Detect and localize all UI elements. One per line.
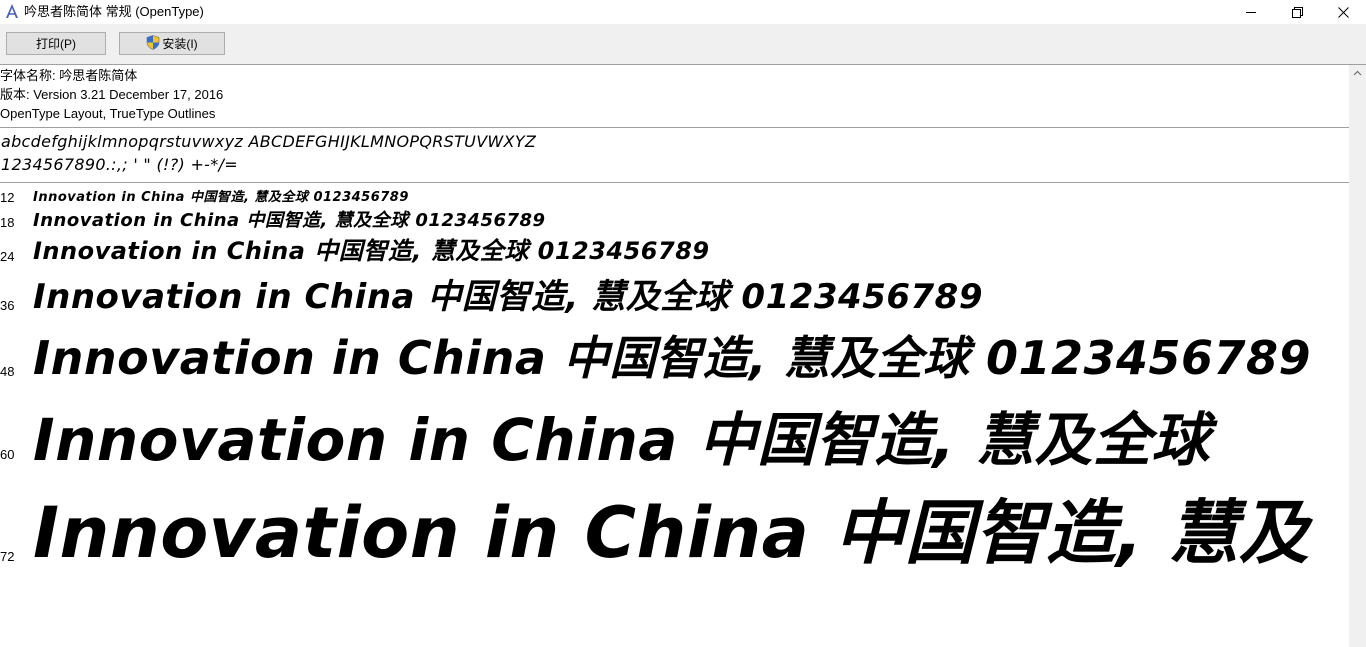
font-viewer-app-icon bbox=[4, 3, 20, 19]
window-title: 吟思者陈简体 常规 (OpenType) bbox=[24, 4, 204, 19]
sample-text: Innovation in China 中国智造, 慧及全球 012345678… bbox=[33, 210, 546, 231]
font-version-line: 版本: Version 3.21 December 17, 2016 bbox=[0, 87, 224, 102]
charset-digits-symbols: 1234567890.:,; ' " (!?) +-*/= bbox=[1, 155, 238, 174]
title-bar: 吟思者陈简体 常规 (OpenType) bbox=[0, 0, 1366, 24]
restore-icon bbox=[1291, 6, 1303, 18]
sample-size-label: 24 bbox=[0, 249, 15, 264]
sample-size-label: 72 bbox=[0, 549, 15, 564]
install-button-label: 安装(I) bbox=[162, 36, 198, 51]
sample-size-label: 48 bbox=[0, 364, 15, 379]
sample-size-label: 12 bbox=[0, 190, 15, 205]
install-button[interactable]: 安装(I) bbox=[119, 32, 225, 55]
close-button[interactable] bbox=[1320, 0, 1366, 24]
sample-text: Innovation in China 中国智造, 慧及 bbox=[33, 492, 1310, 574]
sample-text: Innovation in China 中国智造, 慧及全球 bbox=[33, 406, 1210, 474]
vertical-scrollbar[interactable] bbox=[1349, 65, 1366, 647]
sample-text: Innovation in China 中国智造, 慧及全球 012345678… bbox=[33, 331, 1312, 385]
toolbar: 打印(P) 安装(I) bbox=[0, 24, 1366, 65]
restore-button[interactable] bbox=[1274, 0, 1320, 24]
charset-letters: abcdefghijklmnopqrstuvwxyz ABCDEFGHIJKLM… bbox=[1, 132, 537, 151]
font-name-line: 字体名称: 吟思者陈简体 bbox=[0, 68, 138, 83]
sample-size-label: 60 bbox=[0, 447, 15, 462]
sample-size-label: 18 bbox=[0, 215, 15, 230]
font-preview-area: 字体名称: 吟思者陈简体 版本: Version 3.21 December 1… bbox=[0, 65, 1349, 647]
sample-text: Innovation in China 中国智造, 慧及全球 012345678… bbox=[33, 237, 710, 265]
scroll-up-arrow-icon[interactable] bbox=[1349, 65, 1366, 82]
divider bbox=[0, 182, 1349, 183]
print-button-label: 打印(P) bbox=[36, 36, 76, 51]
divider bbox=[0, 127, 1349, 128]
minimize-icon bbox=[1246, 7, 1256, 17]
close-icon bbox=[1337, 6, 1349, 18]
sample-size-label: 36 bbox=[0, 298, 15, 313]
minimize-button[interactable] bbox=[1228, 0, 1274, 24]
uac-shield-icon bbox=[146, 34, 160, 53]
font-outline-line: OpenType Layout, TrueType Outlines bbox=[0, 106, 216, 121]
sample-text: Innovation in China 中国智造, 慧及全球 012345678… bbox=[33, 277, 983, 317]
print-button[interactable]: 打印(P) bbox=[6, 32, 106, 55]
sample-text: Innovation in China 中国智造, 慧及全球 012345678… bbox=[33, 190, 409, 205]
